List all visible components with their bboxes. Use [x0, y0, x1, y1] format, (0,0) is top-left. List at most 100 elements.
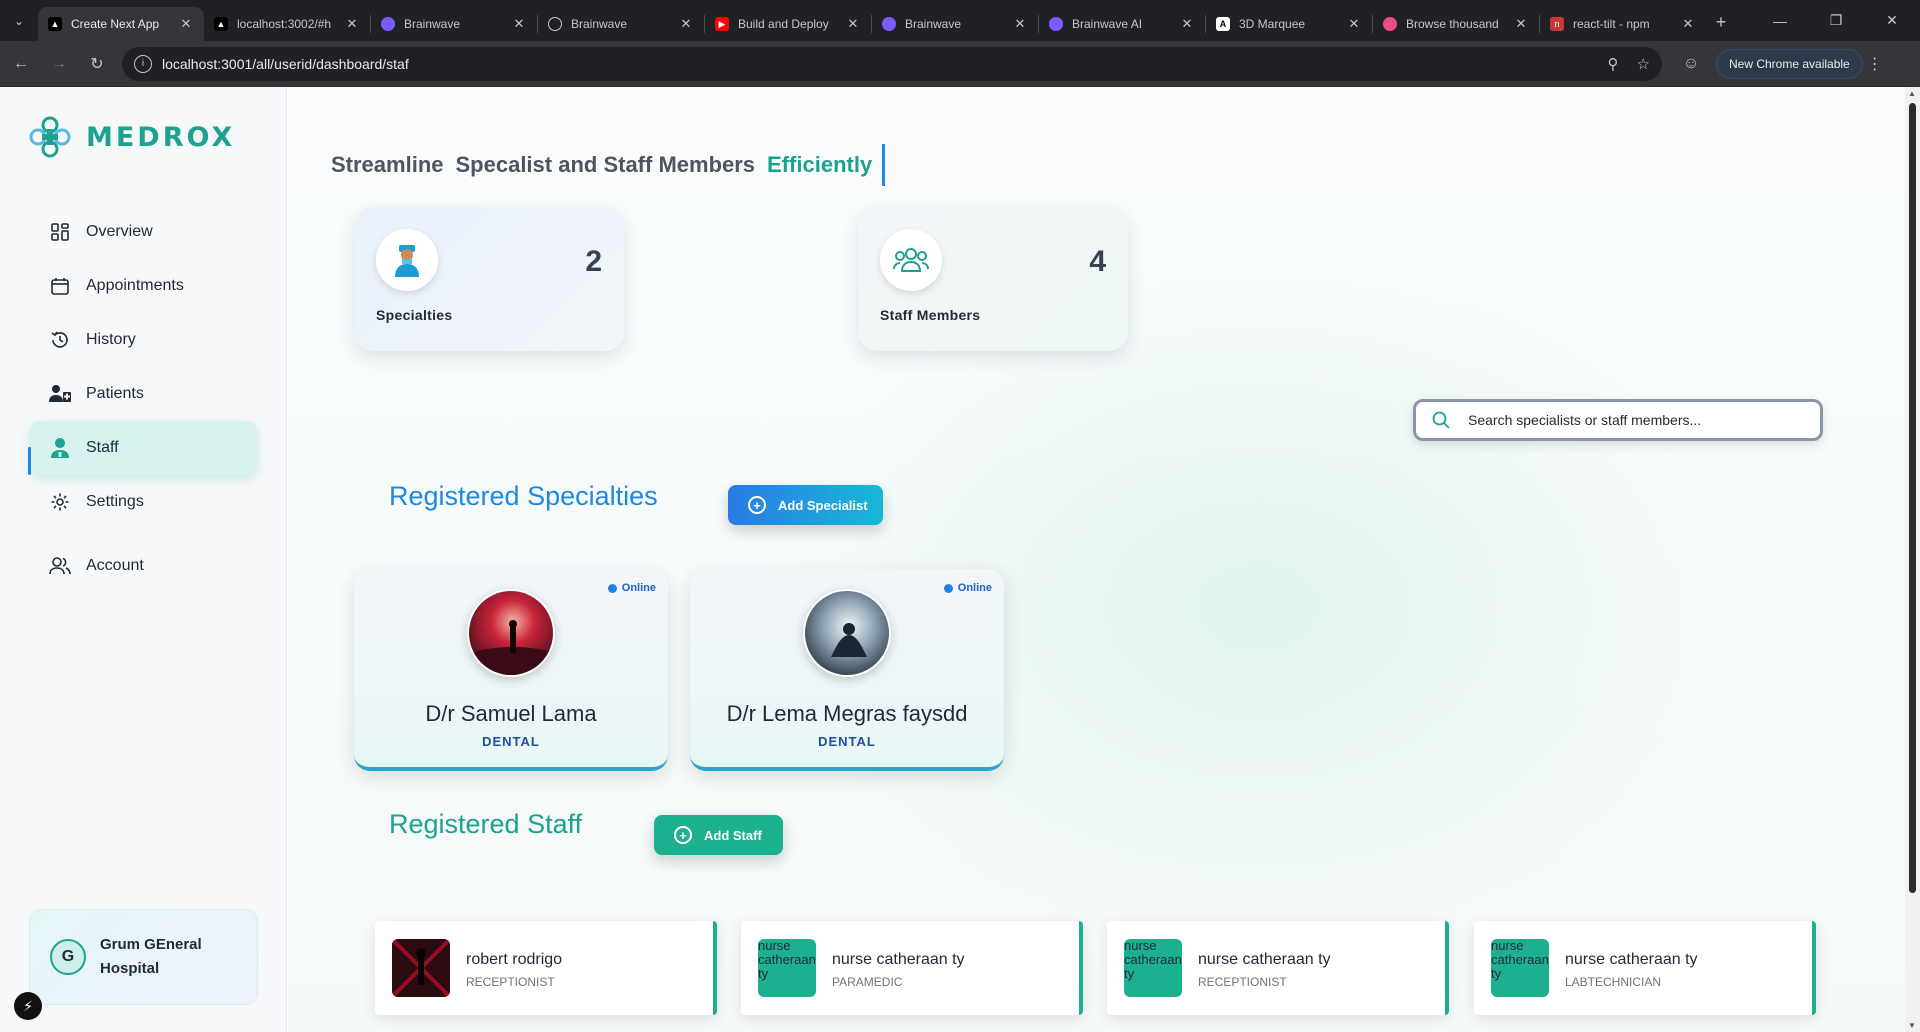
- sidebar-item-history[interactable]: History: [30, 313, 257, 367]
- close-tab-icon[interactable]: ✕: [1346, 16, 1362, 32]
- browser-tab[interactable]: ▲ Create Next App ✕: [38, 7, 204, 41]
- sidebar-item-label: Patients: [86, 385, 144, 402]
- close-tab-icon[interactable]: ✕: [511, 16, 527, 32]
- sidebar-item-patients[interactable]: Patients: [30, 367, 257, 421]
- tab-title: 3D Marquee: [1239, 17, 1306, 31]
- search-input[interactable]: [1468, 412, 1788, 428]
- chrome-update-button[interactable]: New Chrome available: [1716, 48, 1863, 79]
- brand-logo[interactable]: MEDROX: [28, 115, 235, 159]
- sidebar-item-label: History: [86, 331, 136, 348]
- gear-icon: [48, 490, 72, 514]
- brand-name: MEDROX: [86, 121, 236, 153]
- avatar: G: [50, 939, 86, 975]
- headline-part-2: Specalist and Staff Members: [455, 152, 756, 177]
- new-tab-button[interactable]: +: [1706, 12, 1736, 33]
- close-tab-icon[interactable]: ✕: [1513, 16, 1529, 32]
- browser-tab[interactable]: A 3D Marquee ✕: [1206, 7, 1372, 41]
- close-tab-icon[interactable]: ✕: [178, 16, 194, 32]
- online-dot-icon: [607, 583, 617, 593]
- add-staff-button[interactable]: + Add Staff: [654, 815, 783, 855]
- staff-count: 4: [1089, 245, 1106, 278]
- hospital-name: Grum GEneral Hospital: [100, 936, 202, 977]
- staff-card[interactable]: nurse catheraan ty nurse catheraan ty LA…: [1474, 921, 1816, 1015]
- browser-tab[interactable]: Brainwave ✕: [872, 7, 1038, 41]
- plus-circle-icon: +: [748, 496, 766, 514]
- staff-card[interactable]: nurse catheraan ty nurse catheraan ty PA…: [741, 921, 1083, 1015]
- grid-icon: [48, 220, 72, 244]
- staff-photo-broken: nurse catheraan ty: [1491, 939, 1549, 997]
- users-icon: [48, 554, 72, 578]
- staff-name: nurse catheraan ty: [1565, 951, 1698, 968]
- restore-icon[interactable]: ❐: [1808, 0, 1864, 41]
- brainwave-icon: [381, 17, 395, 31]
- sidebar-item-settings[interactable]: Settings: [30, 475, 257, 529]
- scroll-up-icon[interactable]: ▲: [1908, 89, 1916, 98]
- browser-tab-bar: ⌄ ▲ Create Next App ✕ ▲ localhost:3002/#…: [0, 0, 1920, 41]
- tab-search-button[interactable]: ⌄: [0, 0, 38, 41]
- specialist-department: DENTAL: [482, 734, 540, 749]
- url-text[interactable]: localhost:3001/all/userid/dashboard/staf: [162, 56, 1590, 72]
- specialist-photo: [467, 589, 555, 677]
- browser-tab[interactable]: ▶ Build and Deploy ✕: [705, 7, 871, 41]
- search-box[interactable]: [1413, 399, 1823, 441]
- browser-toolbar: ← → ↻ i localhost:3001/all/userid/dashbo…: [0, 41, 1920, 87]
- scroll-down-icon[interactable]: ▼: [1908, 1021, 1916, 1030]
- specialist-card[interactable]: Online D/r Lema Megras faysdd DENTAL: [690, 569, 1004, 771]
- staff-role: RECEPTIONIST: [1198, 975, 1287, 989]
- staff-name: nurse catheraan ty: [832, 951, 965, 968]
- staff-card[interactable]: nurse catheraan ty nurse catheraan ty RE…: [1107, 921, 1449, 1015]
- brainwave-icon: [1049, 17, 1063, 31]
- bookmark-star-icon[interactable]: ☆: [1637, 55, 1650, 73]
- sidebar-item-label: Overview: [86, 223, 153, 240]
- doctor-icon: [376, 229, 438, 291]
- browser-tab[interactable]: n react-tilt - npm ✕: [1540, 7, 1706, 41]
- zoom-icon[interactable]: ⚲: [1608, 55, 1619, 73]
- staff-card[interactable]: robert rodrigo RECEPTIONIST: [375, 921, 717, 1015]
- browser-tab[interactable]: Browse thousand ✕: [1373, 7, 1539, 41]
- staff-photo: [392, 939, 450, 997]
- staff-name: nurse catheraan ty: [1198, 951, 1331, 968]
- staff-members-label: Staff Members: [880, 307, 981, 323]
- sidebar-item-appointments[interactable]: Appointments: [30, 259, 257, 313]
- status-text: Online: [957, 582, 992, 594]
- browser-tab[interactable]: Brainwave ✕: [538, 7, 704, 41]
- tab-title: localhost:3002/#h: [237, 17, 332, 31]
- main-content: Streamline Specalist and Staff Members E…: [288, 87, 1905, 1032]
- sidebar-item-overview[interactable]: Overview: [30, 205, 257, 259]
- reload-icon[interactable]: ↻: [80, 47, 114, 81]
- browser-tab[interactable]: ▲ localhost:3002/#h ✕: [204, 7, 370, 41]
- plus-circle-icon: +: [674, 826, 692, 844]
- sidebar-item-account[interactable]: Account: [30, 539, 257, 593]
- close-tab-icon[interactable]: ✕: [344, 16, 360, 32]
- close-tab-icon[interactable]: ✕: [845, 16, 861, 32]
- forward-icon[interactable]: →: [42, 47, 76, 81]
- minimize-icon[interactable]: —: [1752, 0, 1808, 41]
- back-icon[interactable]: ←: [4, 47, 38, 81]
- close-tab-icon[interactable]: ✕: [678, 16, 694, 32]
- site-info-icon[interactable]: i: [134, 54, 152, 73]
- hospital-card[interactable]: G Grum GEneral Hospital: [29, 909, 258, 1005]
- specialist-card[interactable]: Online D/r Samuel Lama DENTAL: [354, 569, 668, 771]
- nextjs-icon: ▲: [48, 17, 62, 31]
- aceternity-icon: A: [1216, 17, 1230, 31]
- browser-tab[interactable]: Brainwave ✕: [371, 7, 537, 41]
- page-scrollbar[interactable]: ▲ ▼: [1905, 87, 1920, 1032]
- profile-icon[interactable]: ☺: [1674, 55, 1708, 73]
- more-menu-icon[interactable]: ⋮: [1863, 54, 1887, 74]
- address-bar[interactable]: i localhost:3001/all/userid/dashboard/st…: [122, 46, 1662, 81]
- close-window-icon[interactable]: ✕: [1864, 0, 1920, 41]
- add-specialist-button[interactable]: + Add Specialist: [728, 485, 883, 525]
- staff-role: PARAMEDIC: [832, 975, 903, 989]
- close-tab-icon[interactable]: ✕: [1680, 16, 1696, 32]
- specialties-label: Specialties: [376, 307, 453, 323]
- tab-title: Build and Deploy: [738, 17, 829, 31]
- scrollbar-thumb[interactable]: [1909, 103, 1916, 893]
- close-tab-icon[interactable]: ✕: [1012, 16, 1028, 32]
- close-tab-icon[interactable]: ✕: [1179, 16, 1195, 32]
- sidebar-item-staff[interactable]: Staff: [28, 421, 257, 475]
- browser-tab[interactable]: Brainwave AI ✕: [1039, 7, 1205, 41]
- sidebar-item-label: Settings: [86, 493, 144, 510]
- nextjs-devtools-icon[interactable]: ⚡: [14, 992, 42, 1020]
- medrox-logo-icon: [29, 116, 71, 158]
- tab-title: Create Next App: [71, 17, 160, 31]
